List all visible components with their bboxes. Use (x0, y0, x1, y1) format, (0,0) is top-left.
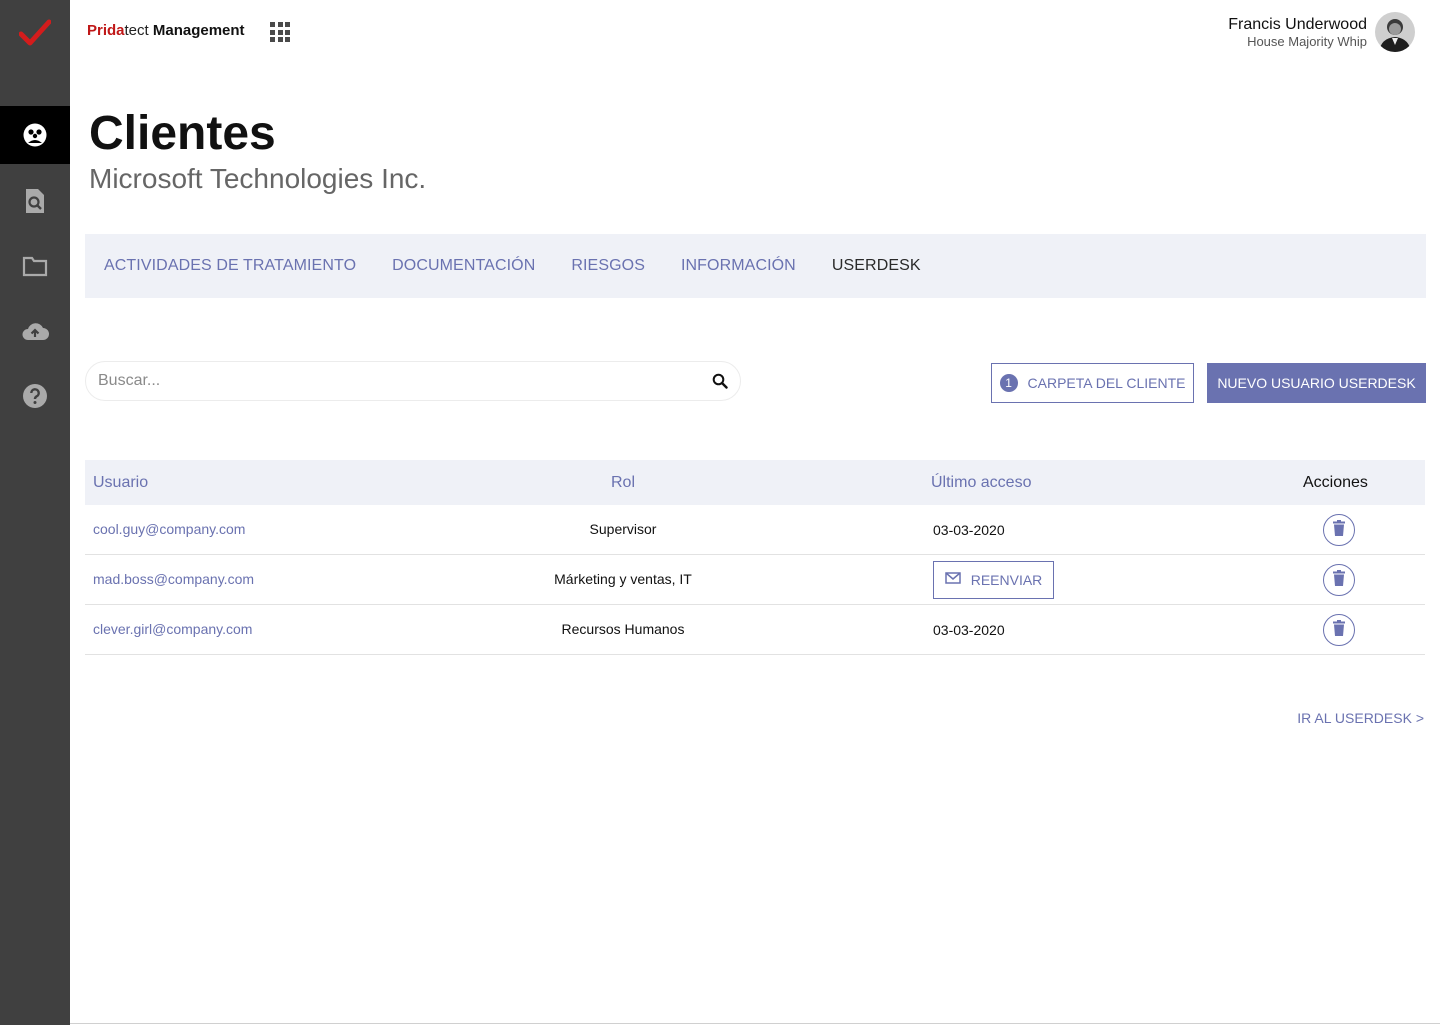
delete-user-button[interactable] (1323, 564, 1355, 596)
user-role-cell: Supervisor (589, 521, 657, 537)
top-bar: Pridatect Management Francis Underwood H… (70, 0, 1440, 66)
search-input[interactable] (98, 362, 698, 400)
sidebar-item-help[interactable] (0, 367, 70, 425)
checkmark-logo-icon[interactable] (0, 0, 70, 66)
go-to-userdesk-link[interactable]: IR AL USERDESK > (1297, 710, 1424, 726)
user-info[interactable]: Francis Underwood House Majority Whip (1228, 15, 1367, 50)
last-access-cell: 03-03-2020 (933, 622, 1005, 638)
header-actions: Acciones (1303, 474, 1368, 491)
sidebar (0, 0, 70, 1025)
sidebar-item-clients[interactable] (0, 106, 70, 164)
apps-grid-icon[interactable] (270, 22, 290, 42)
mail-icon (944, 571, 961, 589)
brand-part-1: Prida (87, 22, 125, 39)
trash-icon (1333, 619, 1345, 641)
cloud-upload-icon (20, 320, 50, 342)
page-subtitle: Microsoft Technologies Inc. (89, 163, 427, 194)
folder-icon (22, 255, 48, 277)
tab-informacion[interactable]: INFORMACIÓN (681, 257, 796, 275)
folder-count-badge: 1 (999, 374, 1018, 392)
table-row: mad.boss@company.com Márketing y ventas,… (85, 555, 1425, 605)
tab-userdesk[interactable]: USERDESK (832, 257, 921, 275)
document-search-icon (24, 188, 46, 214)
user-role-cell: Recursos Humanos (561, 621, 685, 637)
resend-label: REENVIAR (970, 572, 1043, 588)
search-box (85, 361, 741, 401)
tab-bar: ACTIVIDADES DE TRATAMIENTO DOCUMENTACIÓN… (85, 234, 1426, 298)
users-table: Usuario Rol Último acceso Acciones cool.… (85, 460, 1425, 655)
tab-actividades[interactable]: ACTIVIDADES DE TRATAMIENTO (104, 257, 356, 275)
user-role-cell: Márketing y ventas, IT (554, 571, 692, 587)
footer-divider (70, 1023, 1440, 1024)
sidebar-item-upload[interactable] (0, 302, 70, 360)
search-icon[interactable] (712, 373, 728, 394)
brand-logo[interactable]: Pridatect Management (87, 22, 245, 39)
trash-icon (1333, 569, 1345, 591)
client-folder-label: CARPETA DEL CLIENTE (1027, 375, 1186, 391)
header-role[interactable]: Rol (611, 474, 635, 492)
header-user[interactable]: Usuario (93, 474, 148, 492)
sidebar-item-document-search[interactable] (0, 172, 70, 230)
delete-user-button[interactable] (1323, 614, 1355, 646)
page-title: Clientes (89, 107, 276, 160)
new-userdesk-user-button[interactable]: NUEVO USUARIO USERDESK (1207, 363, 1426, 403)
avatar[interactable] (1375, 12, 1415, 52)
user-role: House Majority Whip (1247, 34, 1367, 49)
clients-icon (22, 122, 48, 148)
resend-invite-button[interactable]: REENVIAR (933, 561, 1054, 599)
brand-part-2: tect (124, 22, 149, 39)
last-access-cell: 03-03-2020 (933, 522, 1005, 538)
tab-riesgos[interactable]: RIESGOS (571, 257, 645, 275)
user-email-link[interactable]: mad.boss@company.com (93, 571, 254, 587)
table-header: Usuario Rol Último acceso Acciones (85, 460, 1425, 505)
delete-user-button[interactable] (1323, 514, 1355, 546)
sidebar-item-folder[interactable] (0, 237, 70, 295)
brand-part-3: Management (148, 22, 245, 39)
help-icon (22, 383, 48, 409)
user-name: Francis Underwood (1228, 16, 1367, 33)
client-folder-button[interactable]: 1 CARPETA DEL CLIENTE (991, 363, 1194, 403)
user-email-link[interactable]: cool.guy@company.com (93, 521, 245, 537)
trash-icon (1333, 519, 1345, 541)
tab-documentacion[interactable]: DOCUMENTACIÓN (392, 257, 535, 275)
table-row: cool.guy@company.com Supervisor 03-03-20… (85, 505, 1425, 555)
header-last-access[interactable]: Último acceso (931, 474, 1031, 492)
user-email-link[interactable]: clever.girl@company.com (93, 621, 252, 637)
table-row: clever.girl@company.com Recursos Humanos… (85, 605, 1425, 655)
